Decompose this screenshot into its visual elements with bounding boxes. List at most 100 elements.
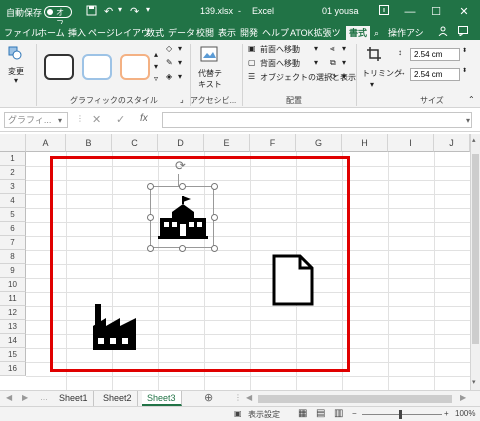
row-header[interactable]: 4 (0, 194, 26, 208)
row-header[interactable]: 11 (0, 292, 26, 306)
close-button[interactable]: ✕ (456, 4, 472, 20)
resize-handle[interactable] (179, 183, 186, 190)
more-sheets-icon[interactable]: … (40, 393, 48, 402)
zoom-in-icon[interactable]: + (444, 409, 449, 418)
crop-label[interactable]: トリミング (362, 68, 402, 79)
scroll-up-icon[interactable]: ▴ (154, 50, 158, 59)
height-spinner-icon[interactable]: ⬍ (462, 47, 467, 54)
user-name[interactable]: 01 yousa (322, 6, 359, 16)
tab-file[interactable]: ファイル (4, 26, 40, 40)
zoom-out-icon[interactable]: − (352, 409, 357, 418)
school-icon[interactable] (158, 196, 208, 240)
send-backward-dropdown-icon[interactable]: ▾ (314, 58, 318, 67)
column-header[interactable]: A (26, 134, 66, 152)
row-header[interactable]: 16 (0, 362, 26, 376)
selection-pane-icon[interactable]: ☰ (248, 72, 255, 81)
change-dropdown-icon[interactable]: ▾ (14, 76, 18, 85)
bring-forward-dropdown-icon[interactable]: ▾ (314, 44, 318, 53)
undo-dropdown-icon[interactable]: ▾ (118, 5, 122, 14)
group-dropdown-icon[interactable]: ▾ (342, 58, 346, 67)
fill-icon[interactable]: ◇ (166, 44, 172, 53)
normal-view-icon[interactable]: ▦ (298, 408, 307, 419)
tab-split-icon[interactable]: ⋮ (234, 393, 242, 402)
send-backward-label[interactable]: 背面へ移動 (260, 58, 300, 69)
tab-developer[interactable]: 開発 (240, 26, 258, 40)
scroll-up-arrow-icon[interactable]: ▴ (472, 136, 476, 144)
effects-dropdown-icon[interactable]: ▾ (178, 72, 182, 81)
scroll-thumb[interactable] (472, 154, 479, 344)
share-icon[interactable] (438, 26, 448, 40)
effects-icon[interactable]: ◈ (166, 72, 172, 81)
name-box-dropdown-icon[interactable]: ▾ (58, 116, 62, 125)
insert-function-icon[interactable]: fx (140, 113, 148, 124)
row-header[interactable]: 6 (0, 222, 26, 236)
row-header[interactable]: 3 (0, 180, 26, 194)
column-header[interactable]: H (342, 134, 388, 152)
rotate-dropdown-icon[interactable]: ▾ (342, 72, 346, 81)
tab-tell-me[interactable]: 操作アシ (388, 26, 424, 40)
rotate-handle-icon[interactable]: ⟳ (175, 158, 186, 174)
page-layout-view-icon[interactable]: ▤ (316, 408, 325, 419)
page-break-view-icon[interactable]: ▥ (334, 408, 343, 419)
comments-icon[interactable] (458, 26, 468, 40)
tab-page[interactable]: ページ (88, 26, 115, 40)
column-header[interactable]: C (112, 134, 158, 152)
maximize-button[interactable]: ☐ (428, 4, 444, 20)
row-header[interactable]: 9 (0, 264, 26, 278)
outline-dropdown-icon[interactable]: ▾ (178, 58, 182, 67)
tab-format[interactable]: 書式 (346, 26, 371, 40)
row-header[interactable]: 13 (0, 320, 26, 334)
display-settings-icon[interactable]: ▣ (234, 409, 242, 418)
expand-formula-icon[interactable]: ▾ (466, 116, 470, 125)
send-backward-icon[interactable]: ▢ (248, 58, 256, 67)
enter-icon[interactable]: ✓ (116, 113, 125, 126)
save-icon[interactable] (86, 5, 97, 19)
customize-qat-icon[interactable]: ▾ (146, 5, 150, 14)
resize-handle[interactable] (147, 183, 154, 190)
bring-forward-label[interactable]: 前面へ移動 (260, 44, 300, 55)
align-icon[interactable]: ⫷ (330, 44, 335, 54)
column-header[interactable]: B (66, 134, 112, 152)
scroll-down-arrow-icon[interactable]: ▾ (472, 378, 476, 386)
ribbon-display-icon[interactable] (376, 4, 392, 20)
width-input[interactable]: 2.54 cm (410, 68, 460, 81)
scroll-down-icon[interactable]: ▾ (154, 62, 158, 71)
next-sheet-icon[interactable]: ▶ (22, 393, 28, 402)
tell-me-icon[interactable]: ⌕ (374, 26, 379, 40)
row-header[interactable]: 14 (0, 334, 26, 348)
crop-dropdown-icon[interactable]: ▾ (370, 80, 374, 89)
style-preset-1[interactable] (44, 54, 74, 80)
row-header[interactable]: 2 (0, 166, 26, 180)
column-header[interactable]: D (158, 134, 204, 152)
autosave-toggle[interactable]: オフ (44, 6, 72, 28)
collapse-ribbon-icon[interactable]: ⌃ (468, 95, 475, 104)
cancel-icon[interactable]: ✕ (92, 113, 101, 126)
column-header[interactable]: G (296, 134, 342, 152)
tab-home[interactable]: ホーム (38, 26, 65, 40)
tab-formulas[interactable]: 数式 (146, 26, 164, 40)
style-preset-3[interactable] (120, 54, 150, 80)
formula-input[interactable] (162, 112, 472, 128)
rotate-icon[interactable]: ⟳ (330, 72, 337, 81)
resize-handle[interactable] (147, 245, 154, 252)
tab-layout[interactable]: レイアウ (114, 26, 150, 40)
change-shape-icon[interactable] (8, 46, 22, 62)
tab-help[interactable]: ヘルプ (262, 26, 289, 40)
factory-icon[interactable] (92, 304, 138, 350)
hscroll-right-icon[interactable]: ▶ (460, 393, 466, 402)
display-settings-label[interactable]: 表示設定 (248, 409, 280, 420)
crop-icon[interactable] (366, 46, 382, 64)
zoom-level[interactable]: 100% (455, 409, 475, 418)
resize-handle[interactable] (179, 245, 186, 252)
resize-handle[interactable] (211, 183, 218, 190)
row-header[interactable]: 1 (0, 152, 26, 166)
horizontal-scrollbar[interactable] (258, 395, 452, 403)
style-preset-2[interactable] (82, 54, 112, 80)
minimize-button[interactable]: — (402, 4, 418, 20)
bring-forward-icon[interactable]: ▣ (248, 44, 256, 53)
prev-sheet-icon[interactable]: ◀ (6, 393, 12, 402)
column-header[interactable]: F (250, 134, 296, 152)
resize-handle[interactable] (147, 214, 154, 221)
resize-handle[interactable] (211, 245, 218, 252)
sheet-tab[interactable]: Sheet2 (98, 391, 138, 406)
